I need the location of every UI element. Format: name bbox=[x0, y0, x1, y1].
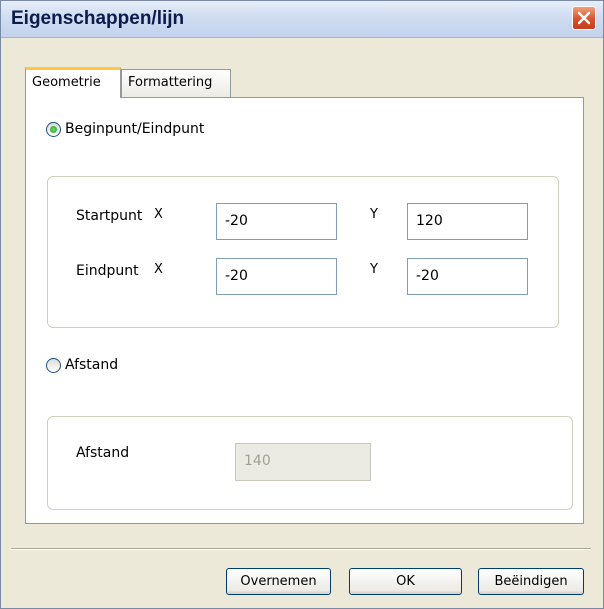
radio-begin-end-label: Beginpunt/Eindpunt bbox=[65, 121, 205, 137]
title-bar[interactable]: Eigenschappen/lijn bbox=[1, 1, 603, 38]
start-y-input[interactable]: 120 bbox=[407, 203, 528, 240]
start-x-input[interactable]: -20 bbox=[216, 203, 337, 240]
radio-button-unchecked[interactable] bbox=[46, 357, 61, 373]
footer-separator bbox=[11, 548, 591, 550]
distance-input: 140 bbox=[235, 443, 371, 481]
start-point-label: Startpunt bbox=[76, 208, 143, 224]
end-y-label: Y bbox=[370, 262, 378, 277]
coordinates-group: Startpunt X -20 Y 120 Eindpunt X -20 Y -… bbox=[47, 176, 559, 328]
properties-dialog: Eigenschappen/lijn Geometrie Formatterin… bbox=[0, 0, 604, 609]
distance-group: Afstand 140 bbox=[47, 416, 573, 510]
start-y-label: Y bbox=[370, 207, 378, 222]
distance-label: Afstand bbox=[76, 445, 130, 461]
close-icon bbox=[577, 11, 591, 25]
radio-button-checked[interactable] bbox=[46, 121, 61, 137]
radio-distance[interactable]: Afstand bbox=[46, 357, 118, 373]
radio-begin-end[interactable]: Beginpunt/Eindpunt bbox=[46, 121, 204, 137]
start-x-label: X bbox=[154, 207, 163, 222]
ok-button[interactable]: OK bbox=[349, 568, 462, 595]
radio-distance-label: Afstand bbox=[65, 357, 119, 373]
window-title: Eigenschappen/lijn bbox=[11, 8, 185, 29]
tab-panel-geometrie: Beginpunt/Eindpunt Startpunt X -20 Y 120… bbox=[25, 97, 584, 524]
close-window-button[interactable] bbox=[572, 6, 596, 30]
close-button[interactable]: Beëindigen bbox=[478, 568, 584, 595]
tab-geometrie[interactable]: Geometrie bbox=[25, 67, 121, 98]
end-y-input[interactable]: -20 bbox=[407, 258, 528, 295]
tab-formattering[interactable]: Formattering bbox=[121, 69, 231, 97]
end-point-label: Eindpunt bbox=[76, 263, 139, 279]
end-x-input[interactable]: -20 bbox=[216, 258, 337, 295]
end-x-label: X bbox=[154, 262, 163, 277]
apply-button[interactable]: Overnemen bbox=[226, 568, 331, 595]
